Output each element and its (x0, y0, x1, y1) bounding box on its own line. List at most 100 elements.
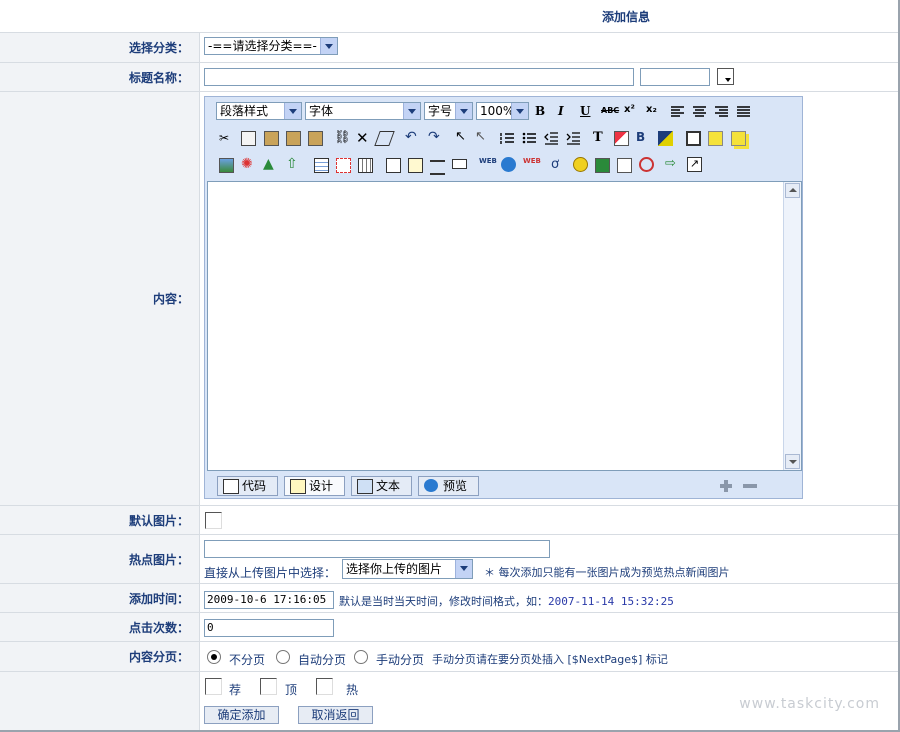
paste-text-icon[interactable] (286, 131, 301, 146)
cut-icon[interactable]: ✂ (219, 131, 234, 146)
paging-radio-none[interactable] (207, 650, 221, 664)
default-image-label: 默认图片： (0, 506, 200, 534)
align-right-icon[interactable] (714, 105, 729, 120)
bold-icon[interactable]: B (535, 104, 550, 119)
flag-recommend-checkbox[interactable] (205, 678, 222, 695)
insert-column-icon[interactable] (358, 158, 373, 173)
outdent-icon[interactable] (544, 131, 559, 146)
submit-button[interactable]: 确定添加 (204, 706, 279, 724)
insert-row-icon[interactable] (336, 158, 351, 173)
flag-hot-label: 热 (346, 683, 359, 697)
bg-color-icon[interactable] (614, 131, 629, 146)
flag-recommend-label: 荐 (229, 683, 242, 697)
category-select[interactable]: -==请选择分类==- (204, 37, 338, 55)
add-time-input[interactable]: 2009-10-6 17:16:05 (204, 591, 334, 609)
table-border-icon[interactable] (686, 131, 701, 146)
zoom-select[interactable]: 100% (476, 102, 529, 120)
align-left-icon[interactable] (670, 105, 685, 120)
editor-scrollbar[interactable] (783, 182, 801, 470)
paste-icon[interactable] (264, 131, 279, 146)
color-picker-button[interactable] (717, 68, 734, 85)
date-icon[interactable] (617, 158, 632, 173)
z-index-icon[interactable] (731, 131, 746, 146)
highlight-icon[interactable] (658, 131, 673, 146)
chevron-down-icon (455, 103, 472, 119)
export-icon[interactable]: ⇨ (665, 156, 680, 171)
web-link-icon[interactable]: WEB (479, 157, 497, 172)
select-all-icon[interactable]: ↖ (475, 129, 490, 144)
default-image-checkbox[interactable] (205, 512, 222, 529)
delete-icon[interactable]: ✕ (356, 129, 371, 147)
title-label: 标题名称： (0, 63, 200, 91)
uploaded-image-select[interactable]: 选择你上传的图片 (342, 559, 473, 579)
add-time-label: 添加时间： (0, 584, 200, 612)
font-select[interactable]: 字体 (305, 102, 421, 120)
paging-label: 内容分页： (0, 642, 200, 671)
subscript-icon[interactable]: x₂ (646, 104, 661, 119)
insert-form-icon[interactable] (386, 158, 401, 173)
font-color-icon[interactable]: B (636, 130, 651, 145)
align-center-icon[interactable] (692, 105, 707, 120)
select-icon[interactable]: ↖ (455, 129, 470, 144)
absolute-position-icon[interactable] (708, 131, 723, 146)
align-justify-icon[interactable] (736, 105, 751, 120)
font-size-select[interactable]: 字号 (424, 102, 473, 120)
anchor-icon[interactable]: ơ (551, 157, 566, 172)
tab-design[interactable]: 设计 (284, 476, 345, 496)
paging-radio-auto[interactable] (276, 650, 290, 664)
copy-icon[interactable] (241, 131, 256, 146)
title-input[interactable] (204, 68, 634, 86)
hits-input[interactable]: 0 (204, 619, 334, 637)
tab-preview[interactable]: 预览 (418, 476, 479, 496)
globe-icon[interactable] (501, 157, 516, 172)
undo-icon[interactable]: ↶ (405, 129, 420, 145)
text-color-icon[interactable]: T (593, 130, 608, 145)
strikethrough-icon[interactable]: ABC (601, 106, 619, 121)
page-title: 添加信息 (602, 10, 651, 24)
unlink-icon[interactable]: WEB (523, 157, 541, 172)
scroll-down-button[interactable] (785, 454, 800, 469)
title-color-input[interactable] (640, 68, 710, 86)
chevron-down-icon (789, 460, 797, 464)
indent-icon[interactable] (566, 131, 581, 146)
flag-top-checkbox[interactable] (260, 678, 277, 695)
paging-radio-manual[interactable] (354, 650, 368, 664)
redo-icon[interactable]: ↷ (428, 129, 443, 145)
flag-hot-checkbox[interactable] (316, 678, 333, 695)
shrink-editor-button[interactable] (743, 484, 757, 488)
globe-icon (424, 479, 438, 492)
text-icon (357, 479, 373, 494)
media-icon[interactable]: ▲ (263, 156, 278, 172)
hits-label: 点击次数： (0, 613, 200, 641)
paste-word-icon[interactable] (308, 131, 323, 146)
maximize-icon[interactable]: ↗ (687, 157, 702, 172)
insert-table-icon[interactable] (314, 158, 329, 173)
superscript-icon[interactable]: x² (624, 104, 639, 119)
insert-file-icon[interactable] (408, 158, 423, 173)
tab-text[interactable]: 文本 (351, 476, 412, 496)
editor-content-area[interactable] (207, 181, 802, 471)
hot-image-input[interactable] (204, 540, 550, 558)
underline-icon[interactable]: U (580, 104, 595, 119)
chevron-down-icon (455, 560, 472, 578)
upload-icon[interactable]: ⇧ (286, 156, 301, 172)
emoticon-icon[interactable] (573, 157, 588, 172)
cancel-button[interactable]: 取消返回 (298, 706, 373, 724)
unordered-list-icon[interactable] (522, 131, 537, 146)
special-char-icon[interactable] (595, 158, 610, 173)
find-icon[interactable]: ⛓ (334, 130, 351, 145)
ordered-list-icon[interactable] (500, 131, 515, 146)
expand-editor-button[interactable] (719, 479, 733, 493)
horizontal-rule-icon[interactable] (430, 160, 445, 175)
tab-code[interactable]: 代码 (217, 476, 278, 496)
flash-icon[interactable]: ✺ (241, 156, 256, 172)
image-icon[interactable] (219, 158, 234, 173)
eraser-icon[interactable] (374, 131, 395, 146)
editor-toolbar-row-2: ✂ ⛓ ✕ ↶ ↷ ↖ ↖ T B (213, 128, 793, 150)
scroll-up-button[interactable] (785, 183, 800, 198)
marquee-icon[interactable] (452, 159, 467, 169)
row-hot-image: 热点图片： 直接从上传图片中选择： 选择你上传的图片 ＊ 每次添加只能有一张图片… (0, 535, 898, 584)
italic-icon[interactable]: I (558, 104, 573, 119)
time-icon[interactable] (639, 157, 654, 172)
paragraph-style-select[interactable]: 段落样式 (216, 102, 302, 120)
